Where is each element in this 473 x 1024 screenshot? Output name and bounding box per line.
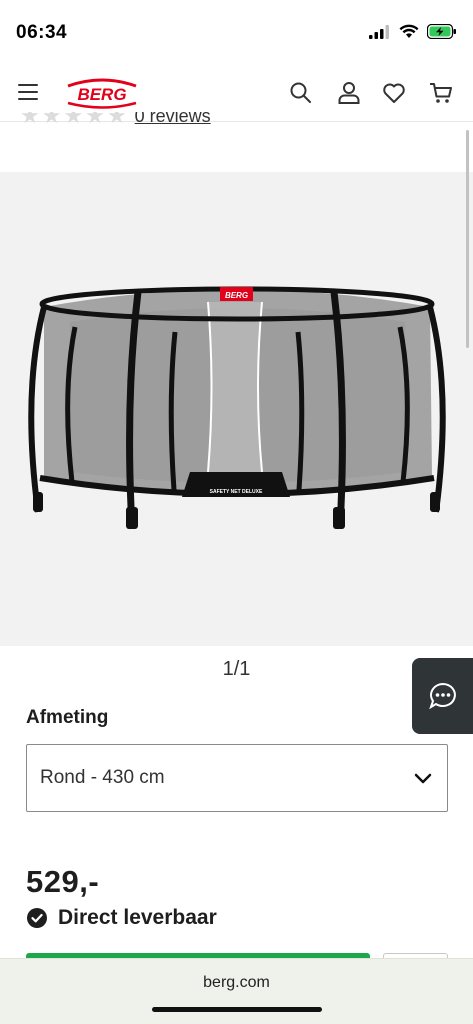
availability: Direct leverbaar	[26, 906, 217, 930]
page-scrollbar[interactable]	[466, 130, 469, 348]
trampoline-net-image: SAFETY NET DELUXE BERG	[28, 286, 446, 529]
menu-icon[interactable]	[18, 80, 42, 104]
product-image[interactable]: SAFETY NET DELUXE BERG	[0, 172, 473, 646]
berg-logo[interactable]: BERG	[62, 72, 142, 112]
search-icon[interactable]	[288, 80, 314, 106]
battery-charging-icon	[427, 24, 456, 39]
reviews-link[interactable]: 0 reviews	[135, 112, 211, 125]
check-circle-icon	[27, 908, 47, 928]
net-label: SAFETY NET DELUXE	[210, 489, 263, 495]
chat-icon	[428, 682, 456, 710]
size-select[interactable]: Rond - 430 cm	[26, 744, 448, 812]
chat-button[interactable]	[412, 658, 473, 734]
wishlist-icon[interactable]	[381, 80, 407, 106]
browser-url[interactable]: berg.com	[0, 974, 473, 992]
logo-text: BERG	[77, 85, 126, 104]
brand-tag: BERG	[225, 291, 248, 300]
chevron-down-icon	[414, 773, 432, 784]
signal-icon	[369, 24, 389, 39]
account-icon[interactable]	[336, 80, 362, 106]
status-bar: 06:34	[0, 0, 473, 62]
rating-stars: ★★★★★	[20, 112, 129, 128]
gallery-pager: 1/1	[222, 658, 251, 680]
product-price: 529,-	[26, 864, 100, 899]
status-time: 06:34	[16, 22, 68, 43]
size-label: Afmeting	[26, 707, 109, 728]
size-selected-value: Rond - 430 cm	[40, 767, 165, 788]
home-indicator[interactable]	[152, 1007, 322, 1012]
cart-icon[interactable]	[428, 80, 454, 106]
wifi-icon	[399, 24, 419, 38]
availability-text: Direct leverbaar	[58, 906, 217, 929]
status-icons	[369, 24, 457, 39]
browser-address-bar[interactable]: berg.com	[0, 958, 473, 1024]
reviews-summary: ★★★★★ 0 reviews	[20, 112, 211, 130]
